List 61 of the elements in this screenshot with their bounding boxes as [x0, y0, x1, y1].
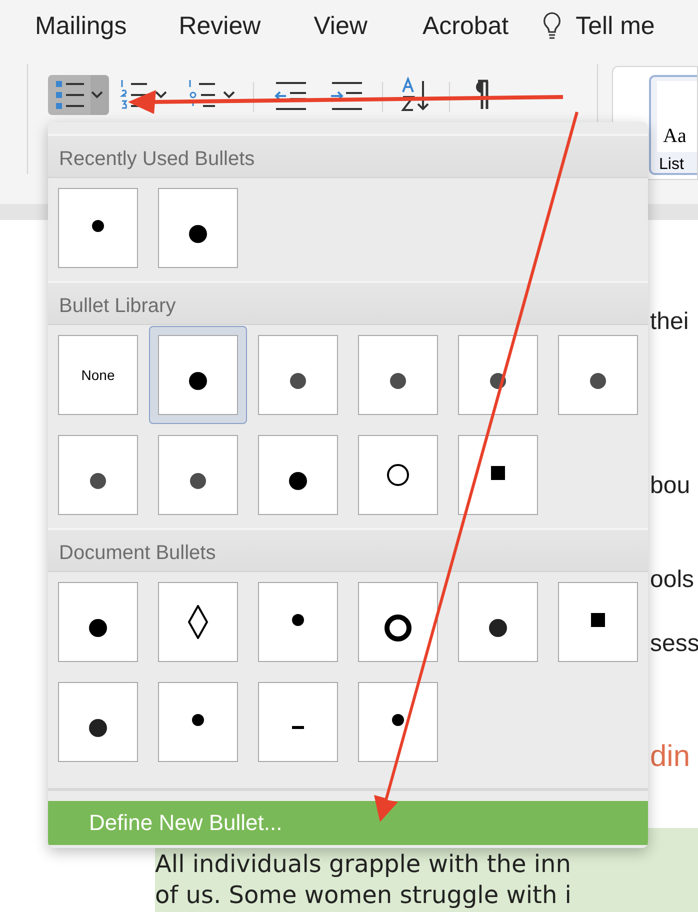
bullet-dot-icon: [90, 473, 106, 489]
bullet-option[interactable]: [158, 188, 238, 268]
bullet-dot-icon: [390, 373, 406, 389]
bullet-dot-icon: [89, 719, 107, 737]
bullet-dot-icon: [190, 473, 206, 489]
bullet-dot-icon: [289, 472, 307, 490]
section-header: Recently Used Bullets: [48, 134, 648, 178]
bullet-square-icon: [491, 466, 505, 480]
bullet-option[interactable]: [149, 326, 247, 424]
bullet-dot-icon: [590, 373, 606, 389]
bullet-option[interactable]: [58, 582, 138, 662]
ribbon-tab[interactable]: Acrobat: [422, 12, 509, 40]
bullet-dot-icon: [292, 614, 304, 626]
section-header: Document Bullets: [48, 528, 648, 572]
bullet-dot-icon: [189, 225, 207, 243]
style-preview: Aa: [657, 81, 697, 152]
bullet-dot-icon: [192, 714, 204, 726]
chevron-down-icon: [91, 91, 103, 99]
highlighted-text: of us. Some women struggle with i: [155, 881, 572, 911]
bullet-option[interactable]: [58, 682, 138, 762]
bullet-option[interactable]: [458, 435, 538, 515]
bullet-diamond-icon: [188, 605, 208, 639]
bullet-option[interactable]: [158, 582, 238, 662]
bullet-ring-icon: [387, 464, 409, 486]
highlighted-text: All individuals grapple with the inn: [155, 850, 572, 880]
bullet-dot-icon: [392, 714, 404, 726]
chevron-down-icon: [223, 91, 235, 99]
body-text: ools: [650, 566, 696, 595]
style-name: List: [658, 155, 685, 174]
bullet-dot-icon: [290, 373, 306, 389]
bullet-option[interactable]: [258, 335, 338, 415]
bullet-option[interactable]: [58, 435, 138, 515]
heading-text: din: [650, 740, 692, 775]
ribbon-tab[interactable]: Review: [178, 12, 261, 40]
bullet-ring-icon: [384, 614, 412, 642]
bullet-option[interactable]: None: [58, 335, 138, 415]
bullet-dot-icon: [189, 372, 207, 390]
bullet-option[interactable]: [258, 435, 338, 515]
sort-icon: [401, 77, 431, 113]
bullet-square-icon: [591, 613, 605, 627]
bullet-option[interactable]: [358, 582, 438, 662]
lightbulb-icon: [542, 11, 562, 41]
body-text: bou: [650, 472, 692, 501]
bullets-button[interactable]: [48, 75, 109, 115]
ribbon-tab[interactable]: View: [314, 12, 368, 40]
bullet-dot-icon: [92, 220, 104, 232]
bullet-option[interactable]: [158, 435, 238, 515]
bullet-dot-icon: [489, 619, 507, 637]
tell-me-search[interactable]: Tell me: [542, 11, 655, 41]
bullet-option[interactable]: [558, 582, 638, 662]
bullet-option[interactable]: [558, 335, 638, 415]
section-header: Bullet Library: [48, 281, 648, 325]
bullet-option[interactable]: [458, 582, 538, 662]
body-text: thei: [650, 308, 690, 337]
style-swatch[interactable]: Aa List: [649, 75, 697, 175]
bullet-dash-icon: [292, 726, 304, 730]
bullet-option[interactable]: [458, 335, 538, 415]
bullet-option[interactable]: [358, 335, 438, 415]
chevron-down-icon: [155, 91, 167, 99]
bullet-dot-icon: [89, 619, 107, 637]
ribbon-tab[interactable]: Mailings: [35, 12, 127, 40]
